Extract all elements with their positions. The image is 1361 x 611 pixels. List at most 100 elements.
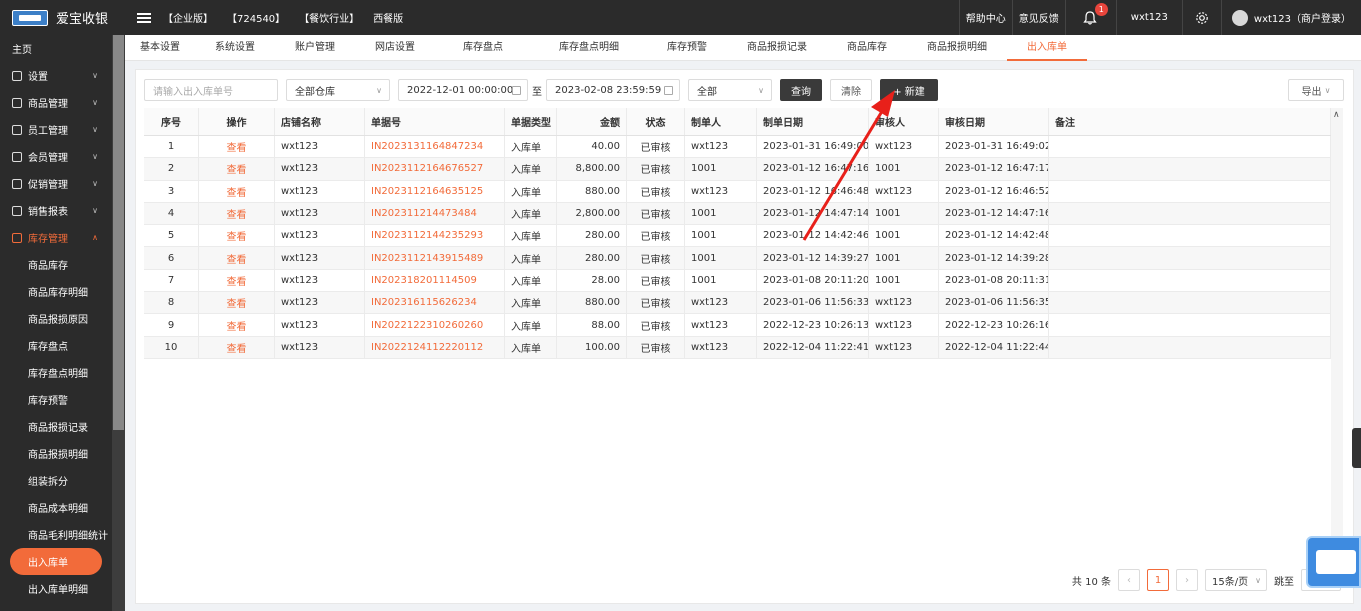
cell-review-date: 2023-01-12 14:39:28 xyxy=(939,247,1049,269)
feedback-link[interactable]: 意见反馈 xyxy=(1011,0,1065,35)
next-page-button[interactable]: › xyxy=(1176,569,1198,591)
table-scrollbar[interactable]: ∧ xyxy=(1331,108,1343,550)
view-link[interactable]: 查看 xyxy=(199,292,275,314)
logo[interactable]: 爱宝收银 xyxy=(0,8,125,27)
notifications-button[interactable]: 1 xyxy=(1064,0,1116,35)
tab-stock-in-out[interactable]: 出入库单 xyxy=(1007,35,1087,61)
tab-store-settings[interactable]: 网店设置 xyxy=(355,35,435,61)
sidebar-scrollbar[interactable] xyxy=(112,35,125,611)
sidebar-subitem[interactable]: 商品报损记录 xyxy=(0,413,112,440)
order-number-cell: IN2022122310260260 xyxy=(365,314,505,336)
cell-amount: 280.00 xyxy=(557,225,627,247)
export-button[interactable]: 导出 ∨ xyxy=(1288,79,1344,101)
column-header-remark: 备注 xyxy=(1049,108,1331,135)
menu-toggle-icon[interactable] xyxy=(137,12,151,23)
chevron-left-icon: ‹ xyxy=(1127,574,1131,586)
tab-loss-detail[interactable]: 商品报损明细 xyxy=(907,35,1007,61)
cell-creator: 1001 xyxy=(685,225,757,247)
table-header-row: 序号 操作 店铺名称 单据号 单据类型 金额 状态 制单人 制单日期 审核人 审核日期 备注 xyxy=(144,108,1331,136)
sidebar-subitem[interactable]: 库存盘点 xyxy=(0,332,112,359)
column-header-store-name: 店铺名称 xyxy=(275,108,365,135)
sidebar-subitem[interactable]: 商品成本明细 xyxy=(0,494,112,521)
account-menu[interactable]: wxt123（商户登录） xyxy=(1220,0,1361,35)
sidebar-subitem[interactable]: 商品库存明细 xyxy=(0,278,112,305)
sidebar-item-sales-reports[interactable]: 销售报表 ∨ xyxy=(0,197,112,224)
tab-loss-records[interactable]: 商品报损记录 xyxy=(727,35,827,61)
cell-remark xyxy=(1049,180,1331,202)
query-button[interactable]: 查询 xyxy=(780,79,822,101)
tab-system-settings[interactable]: 系统设置 xyxy=(195,35,275,61)
tab-stock-alert[interactable]: 库存预警 xyxy=(647,35,727,61)
column-header-status: 状态 xyxy=(627,108,685,135)
order-type-select[interactable]: 全部 ∨ xyxy=(688,79,772,101)
sidebar-item-promotions[interactable]: 促销管理 ∨ xyxy=(0,170,112,197)
sidebar-item-home[interactable]: 主页 xyxy=(0,35,112,62)
order-number-cell: IN2022124112220112 xyxy=(365,336,505,358)
tab-stocktake-detail[interactable]: 库存盘点明细 xyxy=(531,35,647,61)
sidebar-subitem[interactable]: 库存预警 xyxy=(0,386,112,413)
sidebar-item-label: 促销管理 xyxy=(28,180,68,191)
table-row: 4 查看 wxt123 IN202311214473484 入库单 2,800.00 已审核… xyxy=(144,202,1331,226)
cell-status: 已审核 xyxy=(627,314,685,336)
page-size-select[interactable]: 15条/页 ∨ xyxy=(1205,569,1267,591)
chevron-right-icon: › xyxy=(1185,574,1189,586)
stock-order-table: 序号 操作 店铺名称 单据号 单据类型 金额 状态 制单人 制单日期 审核人 审核日期 备注 1 查看 w… xyxy=(144,108,1331,359)
cell-review-date: 2023-01-12 14:47:16 xyxy=(939,202,1049,225)
cell-amount: 2,800.00 xyxy=(557,202,627,225)
keyboard-icon[interactable] xyxy=(1306,536,1361,588)
side-drawer-handle[interactable] xyxy=(1352,428,1361,468)
sidebar-subitem[interactable]: 库存盘点明细 xyxy=(0,359,112,386)
cell-creator: wxt123 xyxy=(685,292,757,314)
gear-icon xyxy=(1196,11,1208,24)
cell-store-name: wxt123 xyxy=(275,225,365,247)
cell-remark xyxy=(1049,269,1331,292)
sidebar-item-inventory[interactable]: 库存管理 ∧ xyxy=(0,224,112,251)
prev-page-button[interactable]: ‹ xyxy=(1118,569,1140,591)
scrollbar-thumb[interactable] xyxy=(113,35,124,430)
cell-creator: wxt123 xyxy=(685,180,757,202)
sidebar-subitem[interactable]: 商品库存 xyxy=(0,251,112,278)
sidebar-item-members[interactable]: 会员管理 ∨ xyxy=(0,143,112,170)
tab-stocktake[interactable]: 库存盘点 xyxy=(435,35,531,61)
warehouse-select[interactable]: 全部仓库 ∨ xyxy=(286,79,390,101)
cell-amount: 8,800.00 xyxy=(557,158,627,180)
page-number-button[interactable]: 1 xyxy=(1147,569,1169,591)
help-center-link[interactable]: 帮助中心 xyxy=(958,0,1012,35)
sidebar-subitem[interactable]: 商品报损原因 xyxy=(0,305,112,332)
view-link[interactable]: 查看 xyxy=(199,314,275,336)
sidebar-item-staff[interactable]: 员工管理 ∨ xyxy=(0,116,112,143)
sidebar-item-settings[interactable]: 设置 ∨ xyxy=(0,62,112,89)
cell-index: 10 xyxy=(144,336,199,358)
tab-account-management[interactable]: 账户管理 xyxy=(275,35,355,61)
sidebar-subitem-active[interactable]: 出入库单 xyxy=(10,548,102,575)
cell-order-type: 入库单 xyxy=(505,336,557,358)
order-number-search-input[interactable]: 请输入出入库单号 xyxy=(144,79,278,101)
cell-remark xyxy=(1049,158,1331,180)
view-link[interactable]: 查看 xyxy=(199,158,275,180)
start-date-input[interactable]: 2022-12-01 00:00:00 xyxy=(398,79,528,101)
tab-product-stock[interactable]: 商品库存 xyxy=(827,35,907,61)
view-link[interactable]: 查看 xyxy=(199,269,275,292)
sidebar-subitem[interactable]: 商品毛利明细统计 xyxy=(0,521,112,548)
view-link[interactable]: 查看 xyxy=(199,336,275,358)
view-link[interactable]: 查看 xyxy=(199,225,275,247)
view-link[interactable]: 查看 xyxy=(199,247,275,269)
cell-amount: 28.00 xyxy=(557,269,627,292)
view-link[interactable]: 查看 xyxy=(199,180,275,202)
view-link[interactable]: 查看 xyxy=(199,136,275,158)
sidebar-subitem[interactable]: 出入库单明细 xyxy=(0,575,112,602)
sidebar-item-products[interactable]: 商品管理 ∨ xyxy=(0,89,112,116)
cell-status: 已审核 xyxy=(627,136,685,158)
clear-button[interactable]: 清除 xyxy=(830,79,872,101)
cell-store-name: wxt123 xyxy=(275,136,365,158)
sidebar-subitem[interactable]: 组装拆分 xyxy=(0,467,112,494)
tab-basic-settings[interactable]: 基本设置 xyxy=(125,35,195,61)
cell-store-name: wxt123 xyxy=(275,158,365,180)
new-order-button[interactable]: + 新建 xyxy=(880,79,938,101)
cell-reviewer: 1001 xyxy=(869,225,939,247)
user-name[interactable]: wxt123 xyxy=(1115,0,1182,35)
settings-button[interactable] xyxy=(1181,0,1221,35)
sidebar-subitem[interactable]: 商品报损明细 xyxy=(0,440,112,467)
end-date-input[interactable]: 2023-02-08 23:59:59 xyxy=(546,79,680,101)
view-link[interactable]: 查看 xyxy=(199,202,275,225)
